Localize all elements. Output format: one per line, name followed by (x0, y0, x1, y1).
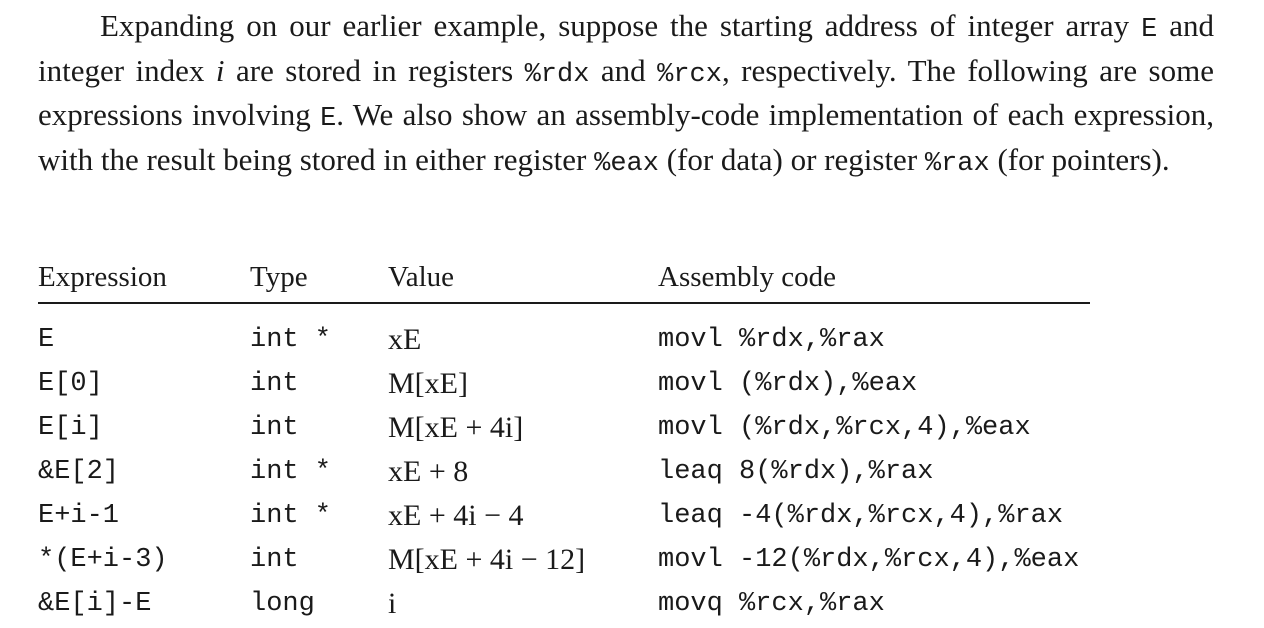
cell-type: int * (250, 457, 332, 487)
cell-expression: *(E+i-3) (38, 545, 168, 575)
cell-expression: &E[2] (38, 457, 120, 487)
cell-assembly: movl (%rdx,%rcx,4),%eax (658, 413, 1031, 443)
code-register-rcx: %rcx (657, 59, 722, 90)
cell-expression: E[i] (38, 413, 103, 443)
intro-paragraph: Expanding on our earlier example, suppos… (38, 6, 1214, 184)
cell-expression: E+i-1 (38, 501, 120, 531)
cell-expression: &E[i]-E (38, 589, 152, 619)
table-header-row: Expression Type Value Assembly code (38, 252, 1090, 304)
cell-assembly: movl -12(%rdx,%rcx,4),%eax (658, 545, 1080, 575)
header-type: Type (250, 252, 388, 304)
table-row: &E[i]-E long i movq %rcx,%rax (38, 582, 1090, 626)
cell-type: int * (250, 325, 332, 355)
cell-assembly: leaq 8(%rdx),%rax (658, 457, 934, 487)
cell-value: M[xE + 4i] (388, 411, 524, 444)
cell-type: int (250, 413, 299, 443)
cell-value: M[xE + 4i − 12] (388, 543, 586, 576)
cell-assembly: leaq -4(%rdx,%rcx,4),%rax (658, 501, 1064, 531)
para-text-8: (for pointers). (989, 141, 1170, 177)
cell-type: int * (250, 501, 332, 531)
cell-value: i (388, 587, 397, 620)
table-row: E int * xE movl %rdx,%rax (38, 303, 1090, 362)
header-assembly: Assembly code (658, 252, 1090, 304)
cell-value: xE (388, 323, 422, 356)
code-register-rdx: %rdx (524, 59, 590, 90)
cell-type: int (250, 369, 299, 399)
code-array-E-2: E (320, 104, 337, 134)
cell-assembly: movq %rcx,%rax (658, 589, 885, 619)
cell-assembly: movl %rdx,%rax (658, 325, 885, 355)
para-text-4: and (589, 52, 658, 88)
para-text-1: Expanding on our earlier example, suppos… (100, 8, 1142, 43)
table-row: E[i] int M[xE + 4i] movl (%rdx,%rcx,4),%… (38, 406, 1090, 450)
cell-value: xE + 8 (388, 455, 469, 488)
header-value: Value (388, 252, 658, 304)
cell-expression: E (38, 325, 55, 355)
para-text-3: are stored in registers (224, 52, 525, 88)
cell-type: int (250, 545, 299, 575)
header-expression: Expression (38, 252, 250, 304)
code-register-eax: %eax (594, 148, 659, 179)
cell-expression: E[0] (38, 369, 103, 399)
cell-value: xE + 4i − 4 (388, 499, 524, 532)
para-text-7: (for data) or register (658, 141, 925, 177)
expression-table: Expression Type Value Assembly code E in… (38, 252, 1090, 626)
table-row: E[0] int M[xE] movl (%rdx),%eax (38, 362, 1090, 406)
code-register-rax: %rax (924, 148, 990, 179)
table-row: E+i-1 int * xE + 4i − 4 leaq -4(%rdx,%rc… (38, 494, 1090, 538)
cell-type: long (250, 589, 315, 619)
cell-value: M[xE] (388, 367, 468, 400)
cell-assembly: movl (%rdx),%eax (658, 369, 918, 399)
math-index-i: i (215, 52, 225, 88)
table-row: *(E+i-3) int M[xE + 4i − 12] movl -12(%r… (38, 538, 1090, 582)
code-array-E: E (1141, 15, 1158, 45)
table-row: &E[2] int * xE + 8 leaq 8(%rdx),%rax (38, 450, 1090, 494)
